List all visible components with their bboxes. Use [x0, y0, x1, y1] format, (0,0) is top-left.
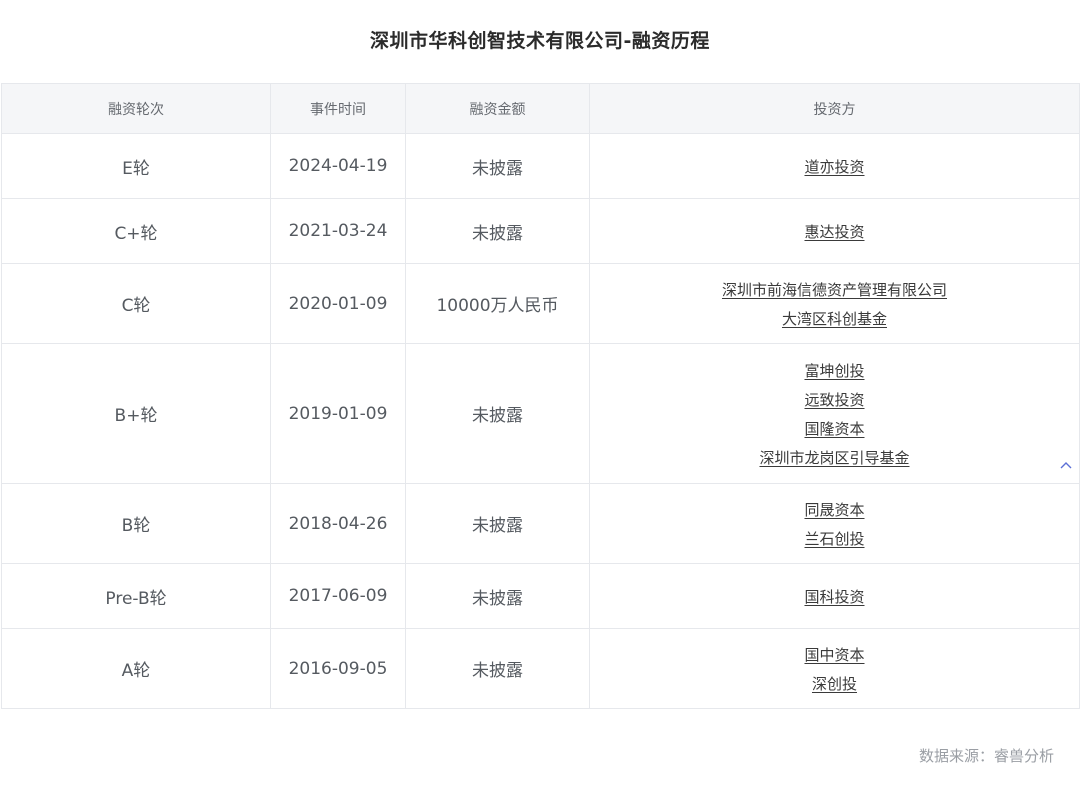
date-cell: 2019-01-09 [270, 343, 406, 484]
date-cell: 2018-04-26 [270, 483, 406, 564]
page-title: 深圳市华科创智技术有限公司-融资历程 [370, 30, 710, 52]
investor-list: 道亦投资 [590, 156, 1079, 177]
date-cell: 2020-01-09 [270, 263, 406, 344]
investor-link[interactable]: 远致投资 [804, 389, 864, 410]
round-cell: E轮 [1, 133, 271, 199]
investor-list: 国中资本 深创投 [590, 644, 1079, 694]
amount-cell: 10000万人民币 [405, 263, 590, 344]
investor-list: 国科投资 [590, 586, 1079, 607]
amount-cell: 未披露 [405, 198, 590, 264]
round-cell: C轮 [1, 263, 271, 344]
date-cell: 2024-04-19 [270, 133, 406, 199]
investor-link[interactable]: 国科投资 [804, 586, 864, 607]
date-cell: 2021-03-24 [270, 198, 406, 264]
funding-table: 融资轮次 事件时间 融资金额 投资方 E轮 2024-04-19 未披露 道亦投资 C+… [1, 83, 1080, 709]
column-header-investors: 投资方 [589, 83, 1080, 134]
investors-cell: 国科投资 [589, 563, 1080, 629]
investors-cell: 惠达投资 [589, 198, 1080, 264]
column-header-round: 融资轮次 [1, 83, 271, 134]
table-row: B轮 2018-04-26 未披露 同晟资本 兰石创投 [1, 483, 1080, 564]
round-cell: C+轮 [1, 198, 271, 264]
table-row: Pre-B轮 2017-06-09 未披露 国科投资 [1, 563, 1080, 629]
investor-link[interactable]: 国隆资本 [804, 418, 864, 439]
investor-link[interactable]: 道亦投资 [804, 156, 864, 177]
investor-link[interactable]: 大湾区科创基金 [782, 308, 887, 329]
table-header-row: 融资轮次 事件时间 融资金额 投资方 [1, 83, 1080, 134]
table-row: A轮 2016-09-05 未披露 国中资本 深创投 [1, 628, 1080, 709]
round-cell: B轮 [1, 483, 271, 564]
investor-link[interactable]: 富坤创投 [804, 360, 864, 381]
investor-link[interactable]: 深圳市前海信德资产管理有限公司 [722, 279, 947, 300]
table-row: B+轮 2019-01-09 未披露 富坤创投 远致投资 国隆资本 深圳市龙岗区引导基金 [1, 343, 1080, 484]
amount-cell: 未披露 [405, 133, 590, 199]
investor-link[interactable]: 惠达投资 [804, 221, 864, 242]
investor-list: 同晟资本 兰石创投 [590, 499, 1079, 549]
investor-list: 惠达投资 [590, 221, 1079, 242]
investor-list: 深圳市前海信德资产管理有限公司 大湾区科创基金 [590, 279, 1079, 329]
chevron-up-icon[interactable] [1060, 460, 1072, 470]
table-row: C+轮 2021-03-24 未披露 惠达投资 [1, 198, 1080, 264]
date-cell: 2017-06-09 [270, 563, 406, 629]
investors-cell: 富坤创投远致投资国隆资本深圳市龙岗区引导基金 [589, 343, 1080, 484]
investors-cell: 同晟资本 兰石创投 [589, 483, 1080, 564]
investor-link[interactable]: 同晟资本 [804, 499, 864, 520]
investors-cell: 国中资本 深创投 [589, 628, 1080, 709]
amount-cell: 未披露 [405, 483, 590, 564]
date-cell: 2016-09-05 [270, 628, 406, 709]
investor-link[interactable]: 国中资本 [804, 644, 864, 665]
table-row: C轮 2020-01-09 10000万人民币 深圳市前海信德资产管理有限公司 大湾区科… [1, 263, 1080, 344]
round-cell: A轮 [1, 628, 271, 709]
amount-cell: 未披露 [405, 563, 590, 629]
investor-link[interactable]: 深圳市龙岗区引导基金 [759, 447, 909, 468]
investor-list: 富坤创投远致投资国隆资本深圳市龙岗区引导基金 [590, 360, 1079, 468]
investors-cell: 道亦投资 [589, 133, 1080, 199]
round-cell: B+轮 [1, 343, 271, 484]
round-cell: Pre-B轮 [1, 563, 271, 629]
investor-link[interactable]: 深创投 [812, 673, 857, 694]
column-header-date: 事件时间 [270, 83, 406, 134]
investor-link[interactable]: 兰石创投 [804, 528, 864, 549]
investors-cell: 深圳市前海信德资产管理有限公司 大湾区科创基金 [589, 263, 1080, 344]
table-row: E轮 2024-04-19 未披露 道亦投资 [1, 133, 1080, 199]
data-source-note: 数据来源：睿兽分析 [918, 747, 1054, 765]
amount-cell: 未披露 [405, 343, 590, 484]
amount-cell: 未披露 [405, 628, 590, 709]
column-header-amount: 融资金额 [405, 83, 590, 134]
table-body: E轮 2024-04-19 未披露 道亦投资 C+轮 2021-03-24 未披露 惠达投资 C… [1, 133, 1080, 709]
